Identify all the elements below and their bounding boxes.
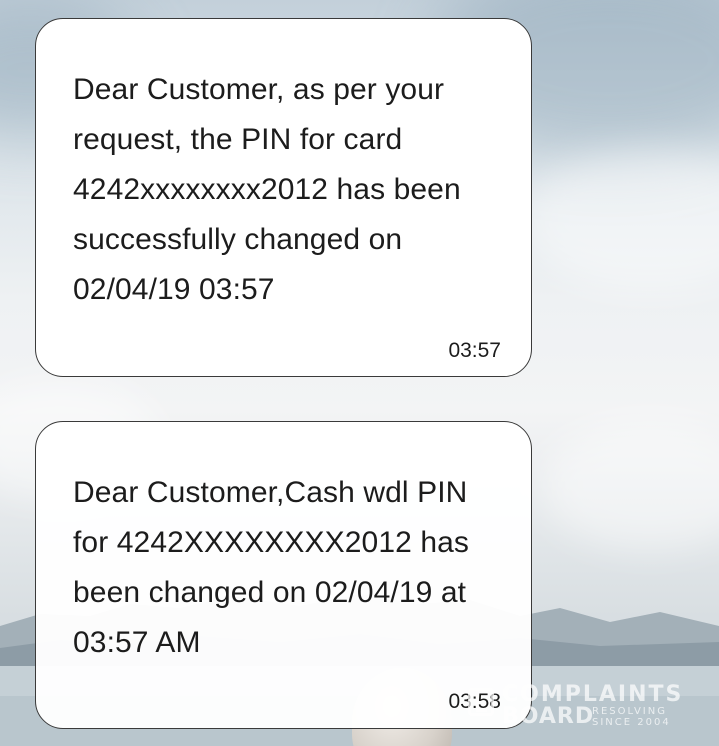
watermark-line2: BOARD xyxy=(502,704,595,729)
watermark-tagline: RESOLVING SINCE 2004 xyxy=(592,706,671,728)
watermark-tagline-2: SINCE 2004 xyxy=(592,717,671,728)
message-bubble[interactable]: Dear Customer,Cash wdl PIN for 4242XXXXX… xyxy=(35,421,532,729)
message-bubble[interactable]: Dear Customer, as per your request, the … xyxy=(35,18,532,377)
message-text: Dear Customer,Cash wdl PIN for 4242XXXXX… xyxy=(73,476,470,659)
complaintsboard-watermark: COMPLAINTS BOARD RESOLVING SINCE 2004 xyxy=(468,682,718,730)
watermark-tagline-1: RESOLVING xyxy=(592,706,667,717)
checkmark-logo-icon xyxy=(468,688,494,716)
message-text: Dear Customer, as per your request, the … xyxy=(73,73,461,306)
message-timestamp: 03:57 xyxy=(448,339,501,362)
